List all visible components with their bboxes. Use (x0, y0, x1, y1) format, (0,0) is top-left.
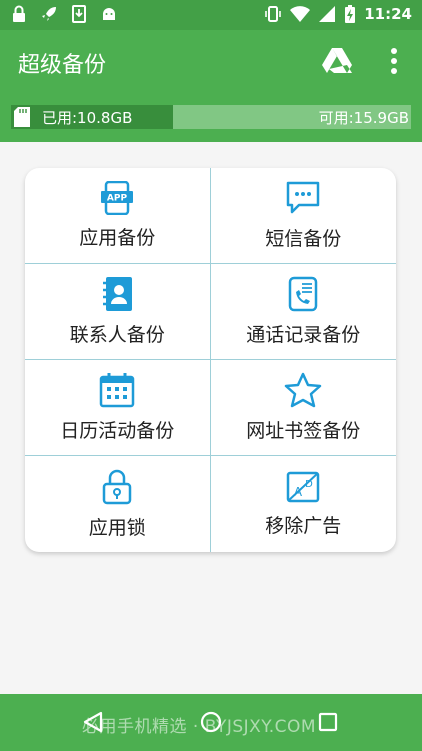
navigation-bar: 必用手机精选 · BYJSJXY.COM (0, 694, 422, 751)
svg-text:APP: APP (107, 194, 128, 204)
sd-card-icon (14, 107, 30, 127)
tile-calendar-backup[interactable]: 日历活动备份 (25, 360, 211, 456)
tile-app-backup[interactable]: APP 应用备份 (25, 168, 211, 264)
tile-remove-ads[interactable]: A D 移除广告 (211, 456, 397, 552)
status-time: 11:24 (364, 5, 412, 23)
storage-bar: 已用:10.8GB 可用:15.9GB (11, 105, 411, 129)
call-log-icon (289, 276, 318, 312)
app-title: 超级备份 (18, 53, 107, 78)
more-vert-icon[interactable] (388, 47, 400, 75)
backup-grid: APP 应用备份 短信备份 联系人备份 通话记录备份 日历活动备份 网址书签备份… (25, 168, 396, 552)
storage-free-label: 可用:15.9GB (318, 109, 409, 127)
battery-charging-icon (345, 5, 356, 23)
tile-label: 短信备份 (265, 228, 342, 250)
tile-bookmarks-backup[interactable]: 网址书签备份 (210, 360, 396, 456)
tile-label: 应用备份 (79, 227, 156, 249)
tile-label: 网址书签备份 (246, 420, 361, 442)
signal-icon (319, 6, 336, 22)
tile-contacts-backup[interactable]: 联系人备份 (25, 264, 211, 360)
tile-app-lock[interactable]: 应用锁 (25, 456, 211, 552)
status-right-icons: 11:24 (264, 4, 412, 24)
remove-ads-icon: A D (287, 471, 320, 502)
rocket-icon (42, 7, 56, 21)
android-icon (103, 8, 115, 20)
svg-text:D: D (305, 479, 313, 490)
status-bar: 11:24 (0, 0, 422, 30)
star-icon (285, 372, 322, 408)
calendar-icon (100, 373, 135, 408)
sms-icon (287, 181, 320, 214)
wifi-icon (290, 6, 311, 22)
tile-call-log-backup[interactable]: 通话记录备份 (210, 264, 396, 360)
status-left-icons (12, 5, 118, 23)
google-drive-icon[interactable] (322, 47, 352, 73)
app-icon: APP (101, 181, 134, 215)
tile-label: 日历活动备份 (60, 420, 175, 442)
svg-text:A: A (294, 485, 303, 499)
lock-icon (103, 469, 132, 504)
tile-sms-backup[interactable]: 短信备份 (210, 168, 396, 264)
tile-label: 联系人备份 (69, 324, 165, 346)
download-icon (72, 5, 86, 23)
contacts-icon (103, 277, 133, 311)
tile-label: 通话记录备份 (246, 324, 361, 346)
recents-icon[interactable] (318, 712, 338, 732)
lock-icon (13, 5, 25, 22)
tile-label: 移除广告 (265, 514, 342, 537)
vibrate-icon (265, 6, 282, 22)
watermark-text: 必用手机精选 · BYJSJXY.COM (82, 717, 317, 737)
tile-label: 应用锁 (88, 516, 146, 539)
storage-used-label: 已用:10.8GB (42, 109, 133, 127)
app-bar: 超级备份 (0, 30, 422, 92)
storage-section: 已用:10.8GB 可用:15.9GB (0, 92, 422, 142)
